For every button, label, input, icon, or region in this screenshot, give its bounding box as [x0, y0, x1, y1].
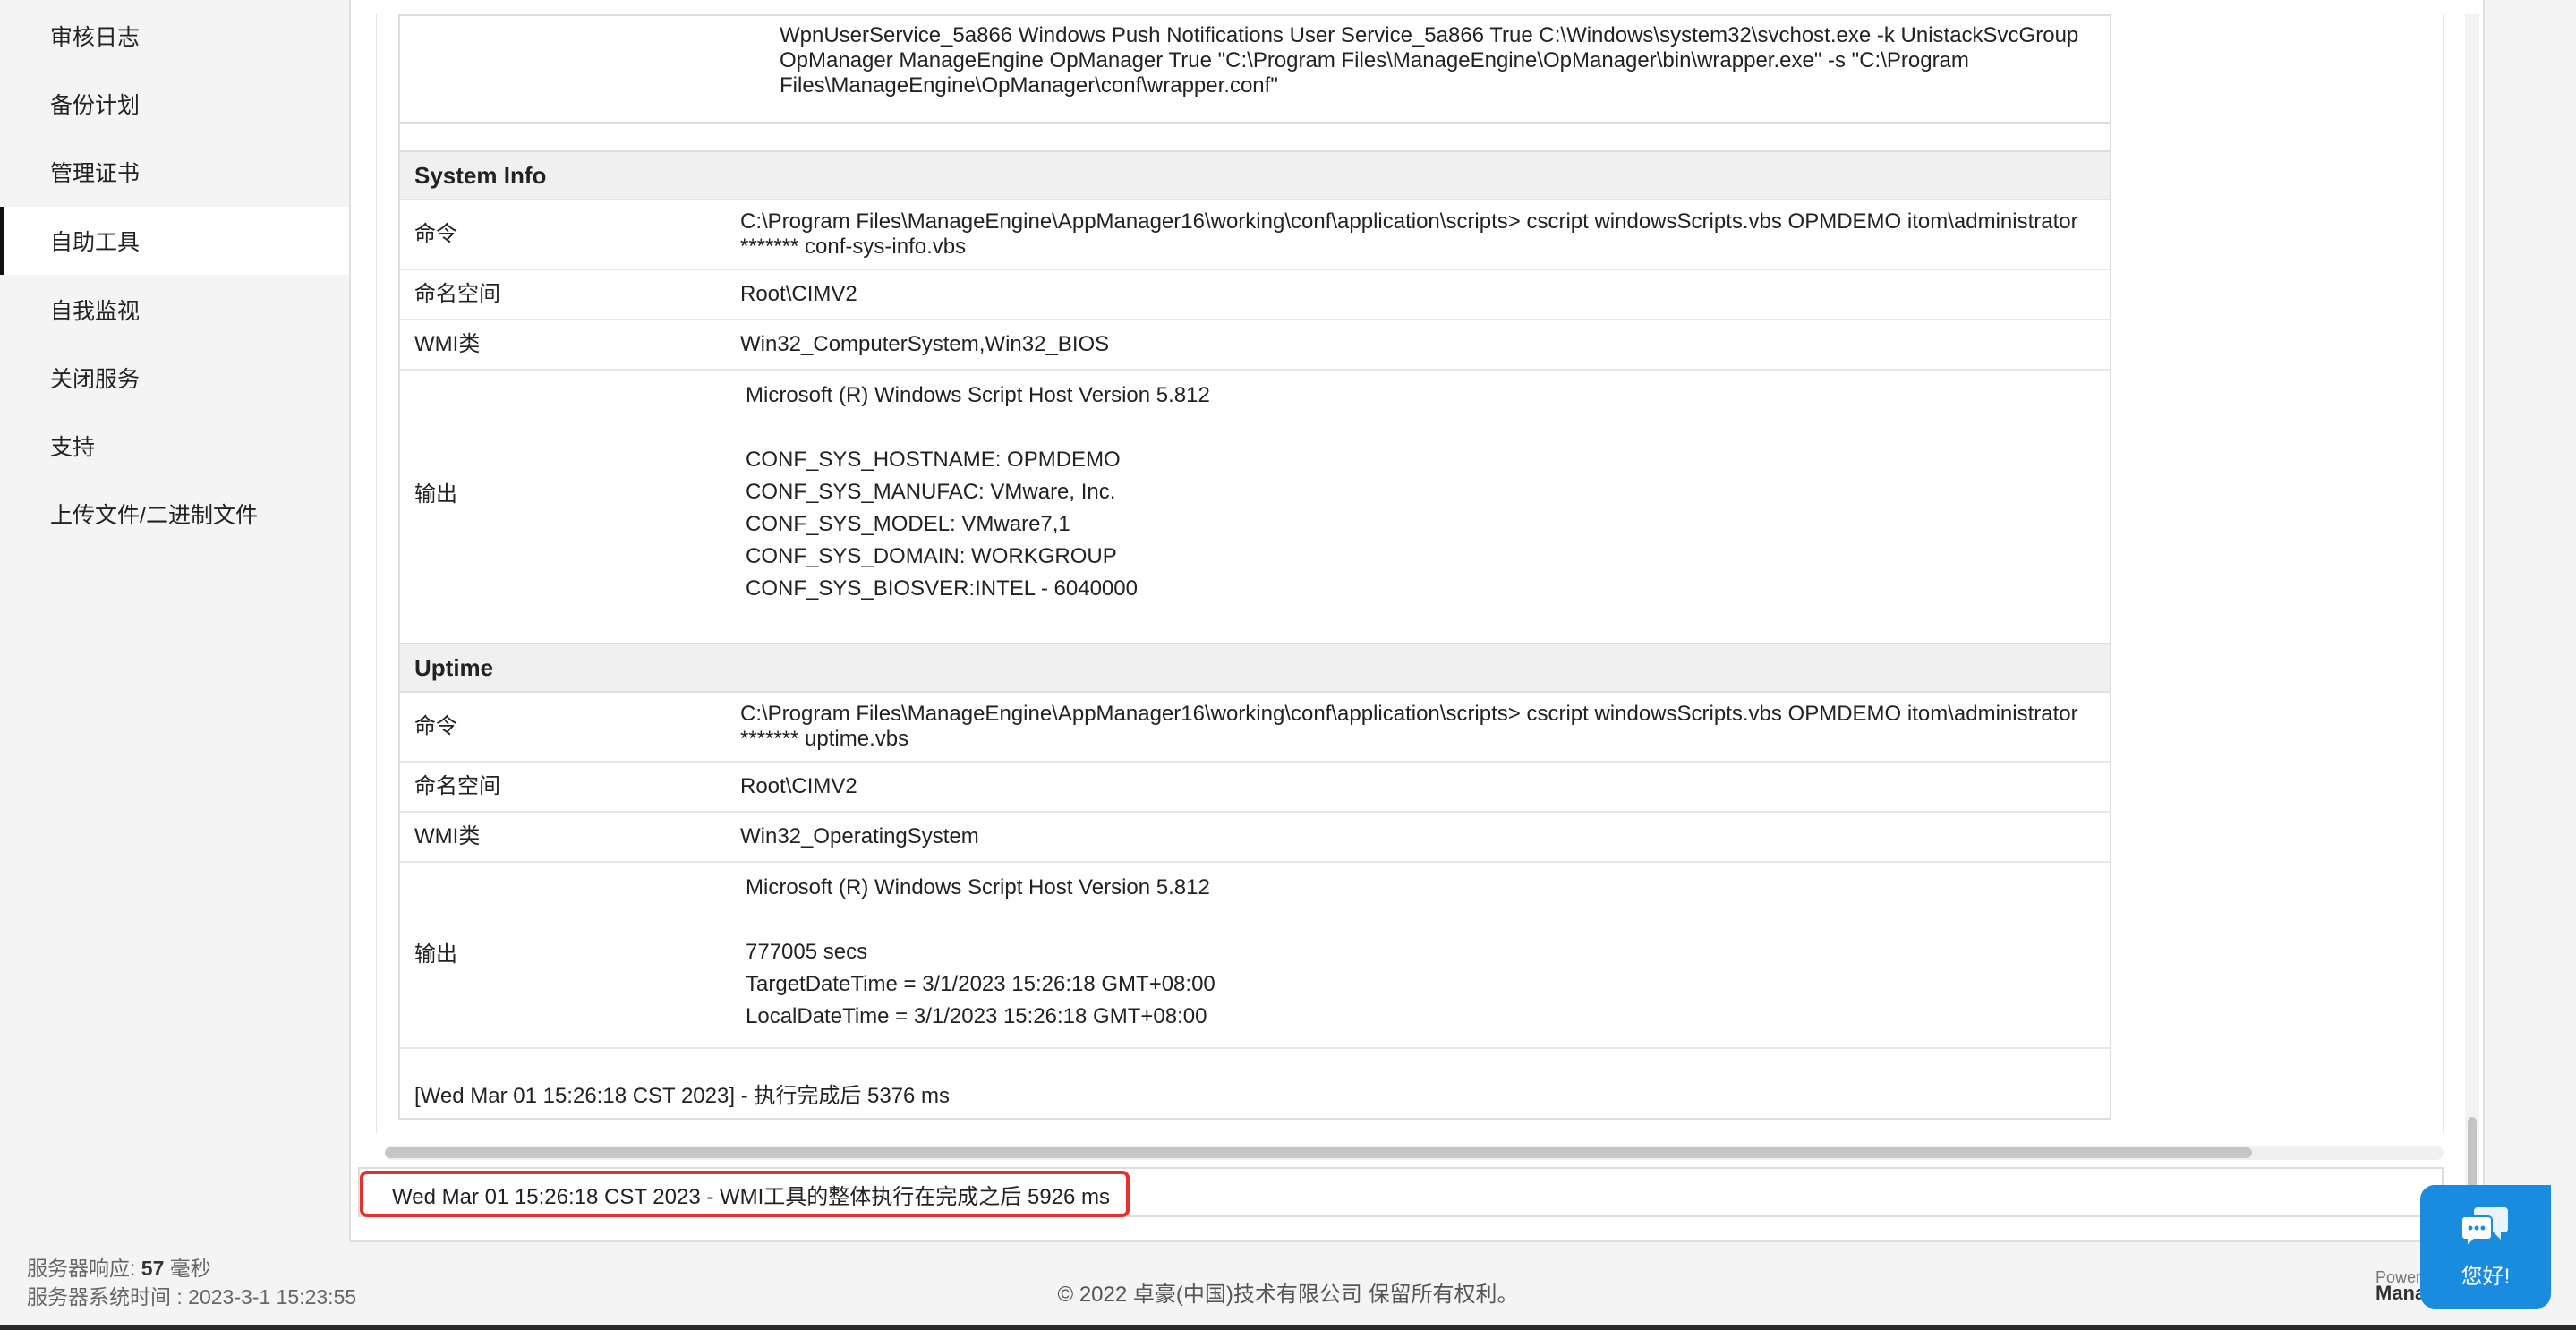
wmi-class-label: WMI类 — [414, 824, 481, 848]
section-title: Uptime — [400, 644, 2110, 693]
sidebar-item-label: 自助工具 — [50, 230, 141, 255]
bottom-strip — [0, 1325, 2576, 1330]
divider — [400, 122, 2110, 124]
sidebar-item-label: 自我监视 — [50, 299, 141, 324]
command-label: 命令 — [414, 222, 457, 246]
status-message: Wed Mar 01 15:26:18 CST 2023 - WMI工具的整体执… — [392, 1184, 1111, 1209]
horizontal-scrollbar-thumb[interactable] — [385, 1147, 2252, 1158]
output-label: 输出 — [414, 482, 457, 507]
table-row: 命名空间 Root\CIMV2 — [400, 270, 2110, 320]
namespace-label: 命名空间 — [414, 282, 500, 306]
sidebar-item-self-monitoring[interactable]: 自我监视 — [0, 276, 349, 344]
sidebar-item-audit-log[interactable]: 审核日志 — [0, 2, 349, 70]
sidebar-item-manage-certificates[interactable]: 管理证书 — [0, 138, 349, 206]
services-output: WpnUserService_5a866 Windows Push Notifi… — [780, 23, 2086, 98]
sidebar: 审核日志 备份计划 管理证书 自助工具 自我监视 关闭服务 支持 上传文件/二进… — [0, 0, 349, 1226]
sidebar-item-label: 支持 — [50, 435, 96, 460]
footer-copyright: © 2022 卓豪(中国)技术有限公司 保留所有权利。 — [1057, 1283, 1519, 1307]
sidebar-item-backup-schedule[interactable]: 备份计划 — [0, 70, 349, 138]
command-label: 命令 — [414, 714, 457, 738]
table-row: 命令 C:\Program Files\ManageEngine\AppMana… — [400, 693, 2110, 763]
command-value: C:\Program Files\ManageEngine\AppManager… — [740, 209, 2078, 259]
chat-bubbles-icon — [2460, 1204, 2512, 1253]
section-system-info: System Info 命令 C:\Program Files\ManageEn… — [400, 150, 2110, 619]
table-row: 输出 Microsoft (R) Windows Script Host Ver… — [400, 371, 2110, 619]
table-row: 命令 C:\Program Files\ManageEngine\AppMana… — [400, 200, 2110, 270]
chat-button[interactable]: 您好! — [2420, 1185, 2551, 1309]
service-line: WpnUserService_5a866 Windows Push Notifi… — [780, 23, 2079, 47]
namespace-label: 命名空间 — [414, 774, 500, 798]
section-uptime: Uptime 命令 C:\Program Files\ManageEngine\… — [400, 643, 2110, 1049]
results-scroll-area[interactable]: WpnUserService_5a866 Windows Push Notifi… — [376, 14, 2444, 1133]
sidebar-item-label: 管理证书 — [50, 161, 141, 186]
sidebar-item-upload-files[interactable]: 上传文件/二进制文件 — [0, 480, 349, 548]
vertical-scrollbar[interactable] — [2465, 14, 2479, 1232]
sidebar-item-label: 备份计划 — [50, 93, 141, 118]
sidebar-item-support[interactable]: 支持 — [0, 412, 349, 480]
sidebar-item-shutdown-service[interactable]: 关闭服务 — [0, 344, 349, 412]
wmi-class-value: Win32_OperatingSystem — [740, 824, 979, 848]
chat-button-label: 您好! — [2461, 1265, 2511, 1289]
execution-done-text: [Wed Mar 01 15:26:18 CST 2023] - 执行完成后 5… — [414, 1084, 951, 1108]
table-row: WMI类 Win32_OperatingSystem — [400, 813, 2110, 863]
namespace-value: Root\CIMV2 — [740, 282, 857, 306]
service-line: OpManager ManageEngine OpManager True "C… — [780, 48, 1969, 98]
table-row: 命名空间 Root\CIMV2 — [400, 763, 2110, 813]
sidebar-item-label: 关闭服务 — [50, 367, 141, 392]
sidebar-item-self-help-tools[interactable]: 自助工具 — [0, 207, 349, 275]
sidebar-item-label: 上传文件/二进制文件 — [50, 503, 258, 528]
wmi-class-value: Win32_ComputerSystem,Win32_BIOS — [740, 332, 1110, 356]
command-value: C:\Program Files\ManageEngine\AppManager… — [740, 702, 2078, 751]
namespace-value: Root\CIMV2 — [740, 774, 857, 798]
server-response: 服务器响应: 57 毫秒 — [27, 1257, 211, 1280]
status-message-highlight: Wed Mar 01 15:26:18 CST 2023 - WMI工具的整体执… — [360, 1171, 1130, 1217]
table-row: WMI类 Win32_ComputerSystem,Win32_BIOS — [400, 320, 2110, 371]
output-value: Microsoft (R) Windows Script Host Versio… — [746, 383, 1210, 601]
horizontal-scrollbar[interactable] — [385, 1146, 2444, 1160]
powered-by-logo: Power Mana — [2376, 1268, 2427, 1304]
output-label: 输出 — [414, 942, 457, 967]
section-title: System Info — [400, 152, 2110, 200]
output-value: Microsoft (R) Windows Script Host Versio… — [746, 875, 1215, 1028]
wmi-class-label: WMI类 — [414, 332, 481, 356]
sidebar-item-label: 审核日志 — [50, 25, 141, 50]
table-row: 输出 Microsoft (R) Windows Script Host Ver… — [400, 863, 2110, 1049]
results-box: WpnUserService_5a866 Windows Push Notifi… — [398, 14, 2111, 1120]
